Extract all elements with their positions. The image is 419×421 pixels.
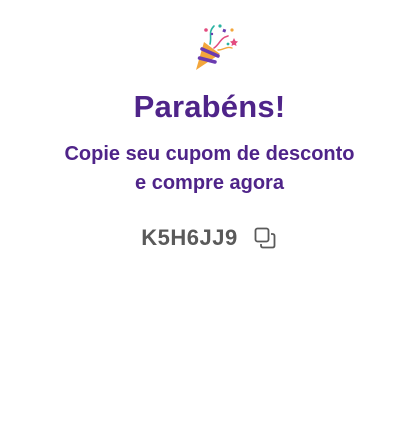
coupon-code: K5H6JJ9 — [141, 225, 238, 250]
coupon-success-card: Parabéns! Copie seu cupom de desconto e … — [0, 0, 419, 421]
party-popper-icon — [196, 24, 238, 70]
success-title: Parabéns! — [133, 89, 286, 124]
copy-icon — [254, 227, 276, 249]
success-subtitle: Copie seu cupom de desconto e compre ago… — [64, 143, 355, 194]
copy-coupon-button[interactable] — [252, 225, 278, 251]
coupon-code-row: K5H6JJ9 — [0, 224, 419, 252]
